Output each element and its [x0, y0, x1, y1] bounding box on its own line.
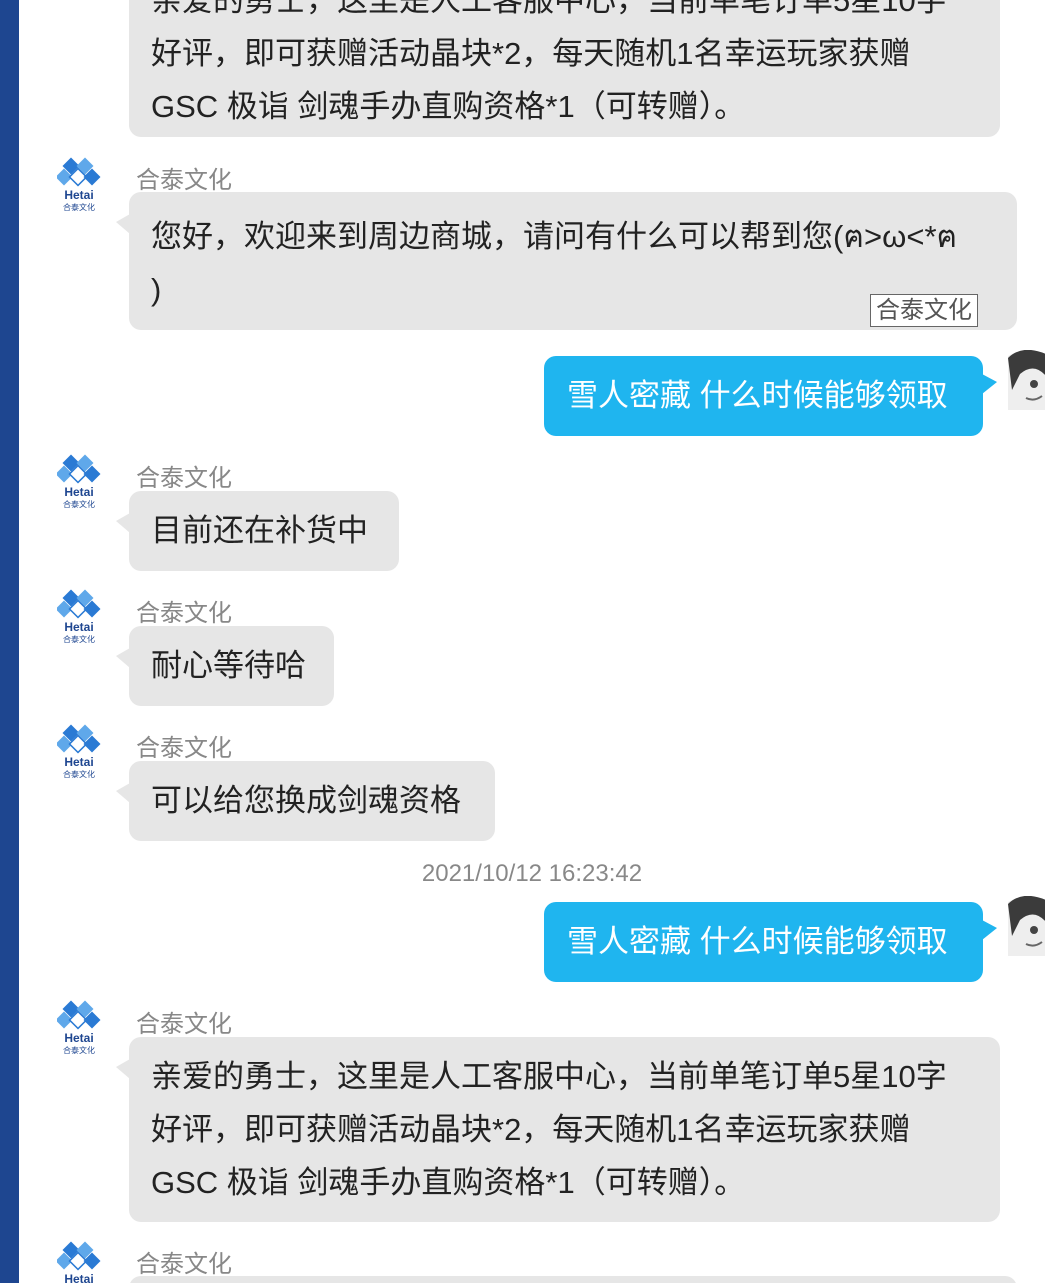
svg-text:合泰文化: 合泰文化: [63, 202, 95, 212]
message-bubble-outgoing: 雪人密藏 什么时候能够领取: [544, 902, 997, 982]
svg-text:Hetai: Hetai: [64, 1031, 93, 1045]
svg-text:Hetai: Hetai: [64, 485, 93, 499]
hetai-logo-icon: Hetai 合泰文化: [57, 157, 101, 212]
sender-name: 合泰文化: [136, 735, 232, 762]
hetai-logo-icon: Hetai 合泰文化: [57, 1000, 101, 1055]
svg-text:合泰文化: 合泰文化: [63, 499, 95, 509]
sender-name: 合泰文化: [136, 1251, 232, 1278]
sender-name: 合泰文化: [136, 600, 232, 627]
hetai-logo-icon: Hetai 合泰文化: [57, 454, 101, 509]
left-sidebar-strip: [0, 0, 19, 1283]
message-bubble-incoming: 亲爱的勇士，这里是人工客服中心，当前单笔订单5星10字 好评，即可获赠活动晶块*…: [116, 1037, 1000, 1222]
hetai-logo-icon: Hetai 合泰文化: [57, 1241, 101, 1283]
agent-tag: 合泰文化: [870, 294, 978, 327]
message-bubble-incoming: [129, 1276, 1017, 1283]
svg-text:Hetai: Hetai: [64, 755, 93, 769]
svg-text:Hetai: Hetai: [64, 188, 93, 202]
message-bubble-incoming: 目前还在补货中: [116, 491, 399, 571]
anime-avatar-icon: [1008, 350, 1045, 410]
message-bubble-outgoing: 雪人密藏 什么时候能够领取: [544, 356, 997, 436]
message-bubble-incoming: 可以给您换成剑魂资格: [116, 761, 495, 841]
svg-text:Hetai: Hetai: [64, 620, 93, 634]
hetai-logo-icon: Hetai 合泰文化: [57, 589, 101, 644]
hetai-logo-icon: Hetai 合泰文化: [57, 724, 101, 779]
svg-text:合泰文化: 合泰文化: [63, 634, 95, 644]
message-bubble-incoming: 亲爱的勇士，这里是人工客服中心，当前单笔订单5星10字 好评，即可获赠活动晶块*…: [129, 0, 1000, 137]
sender-name: 合泰文化: [136, 1011, 232, 1038]
sender-name: 合泰文化: [136, 167, 232, 194]
anime-avatar-icon: [1008, 896, 1045, 956]
message-bubble-incoming: 耐心等待哈: [116, 626, 334, 706]
message-timestamp: 2021/10/12 16:23:42: [421, 860, 643, 887]
chat-message-list[interactable]: 亲爱的勇士，这里是人工客服中心，当前单笔订单5星10字 好评，即可获赠活动晶块*…: [19, 0, 1045, 1283]
svg-text:Hetai: Hetai: [64, 1272, 93, 1283]
svg-text:合泰文化: 合泰文化: [63, 1045, 95, 1055]
sender-name: 合泰文化: [136, 465, 232, 492]
svg-text:合泰文化: 合泰文化: [63, 769, 95, 779]
